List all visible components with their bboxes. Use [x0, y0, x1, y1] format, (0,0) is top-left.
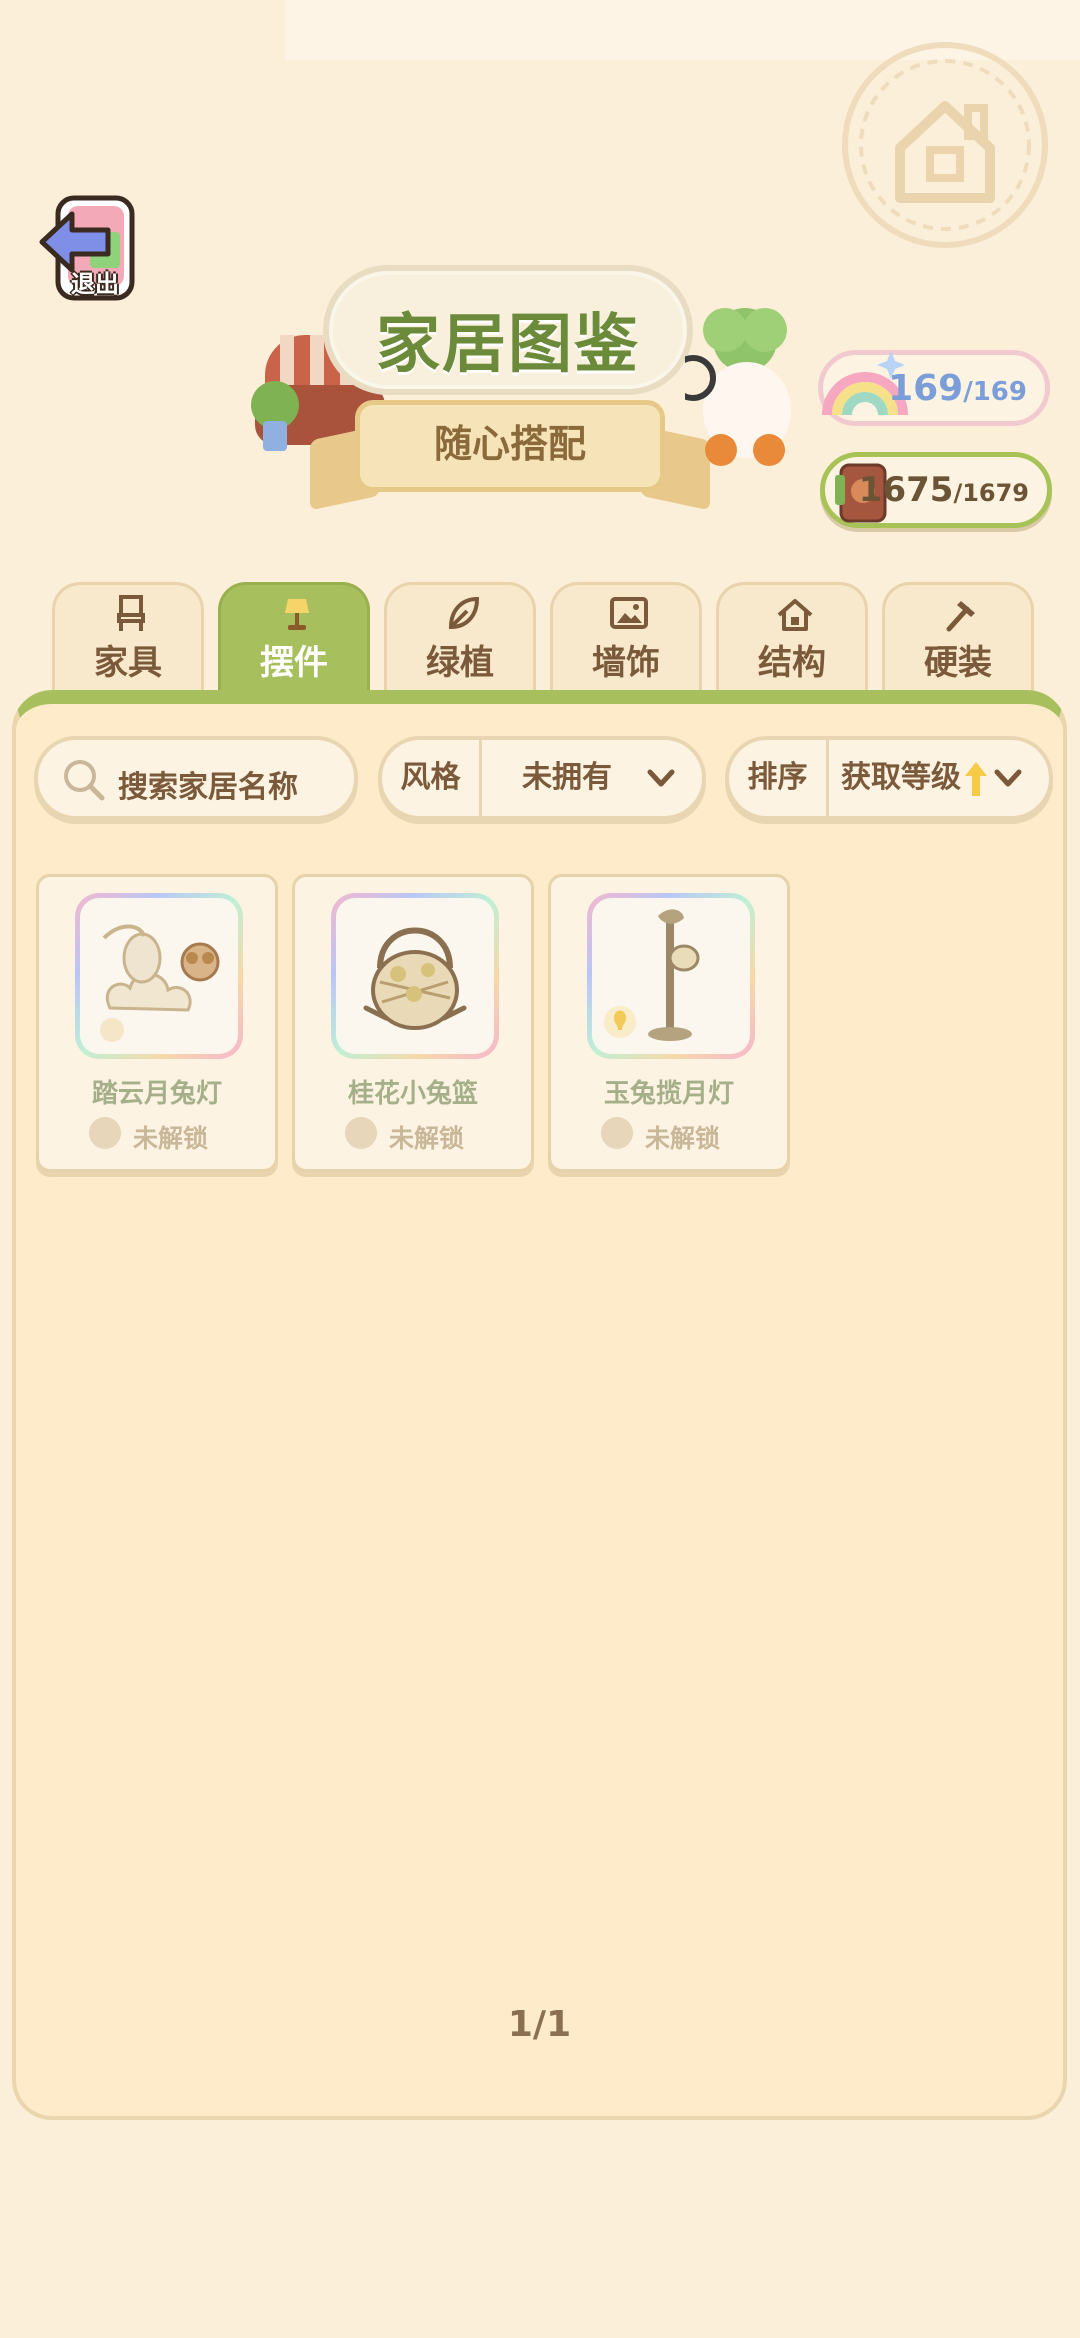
item-status-text: 未解锁 [645, 1124, 721, 1153]
item-name: 桂花小兔篮 [347, 1079, 478, 1109]
item-name: 踏云月兔灯 [91, 1079, 222, 1109]
page-header: 家居图鉴 随心搭配 [245, 255, 791, 525]
house-icon [777, 599, 813, 631]
tab-structure[interactable]: 结构 [716, 582, 868, 694]
item-thumbnail [587, 893, 755, 1059]
tab-wall-decor[interactable]: 墙饰 [550, 582, 702, 694]
chevron-down-icon [994, 769, 1022, 787]
style-filter-label: 风格 [382, 740, 482, 816]
cloud-rabbit-lamp-icon [100, 924, 220, 1042]
tab-hardware[interactable]: 硬装 [882, 582, 1034, 694]
sort-ascending-icon[interactable] [963, 760, 989, 798]
tab-furniture-label: 家具 [94, 643, 162, 683]
item-card[interactable]: 玉兔揽月灯 未解锁 [548, 874, 790, 1172]
item-status-text: 未解锁 [133, 1124, 209, 1153]
rainbow-counter: 169/169 [818, 350, 1050, 426]
lock-icon [345, 1117, 377, 1149]
exit-label: 退出 [71, 270, 119, 298]
osmanthus-basket-icon [363, 927, 467, 1030]
moon-rabbit-lamp-icon [604, 909, 700, 1041]
exit-button[interactable]: 退出 [38, 192, 144, 310]
lock-icon [89, 1117, 121, 1149]
item-thumbnail [75, 893, 243, 1059]
item-card[interactable]: 桂花小兔篮 未解锁 [292, 874, 534, 1172]
tab-plants-label: 绿植 [426, 643, 494, 683]
lock-icon [601, 1117, 633, 1149]
picture-icon [610, 597, 648, 629]
sort-label: 排序 [729, 740, 829, 816]
collection-counter-value: 1675/1679 [858, 470, 1029, 510]
item-thumbnail [331, 893, 499, 1059]
item-card[interactable]: 踏云月兔灯 未解锁 [36, 874, 278, 1172]
collection-counter: 1675/1679 [820, 452, 1052, 528]
search-icon [64, 760, 105, 801]
tab-decor-label: 摆件 [260, 643, 328, 683]
style-filter-dropdown[interactable]: 风格 未拥有 [378, 736, 706, 820]
sort-value: 获取等级 [841, 760, 961, 795]
sort-dropdown[interactable]: 排序 获取等级 [725, 736, 1053, 820]
leaf-icon [448, 596, 480, 630]
page-title: 家居图鉴 [376, 308, 640, 382]
home-stamp-icon [842, 42, 1048, 248]
tab-decor[interactable]: 摆件 [218, 582, 370, 694]
tab-furniture[interactable]: 家具 [52, 582, 204, 694]
tab-structure-label: 结构 [758, 643, 826, 683]
chair-icon [117, 595, 145, 631]
search-input[interactable]: 搜索家居名称 [34, 736, 358, 820]
mascot-icon [685, 308, 791, 466]
catalog-panel: 搜索家居名称 风格 未拥有 排序 获取等级 踏云月兔灯 未解锁 桂花小兔篮 未解… [12, 690, 1067, 2120]
tab-hardware-label: 硬装 [924, 643, 992, 683]
chevron-down-icon [647, 769, 675, 787]
page-subtitle: 随心搭配 [433, 422, 586, 466]
tab-wall-decor-label: 墙饰 [592, 643, 660, 683]
rainbow-counter-value: 169/169 [888, 368, 1027, 409]
style-filter-value: 未拥有 [522, 760, 612, 795]
search-placeholder: 搜索家居名称 [118, 770, 298, 805]
pagination-indicator: 1/1 [507, 2004, 572, 2045]
tab-plants[interactable]: 绿植 [384, 582, 536, 694]
item-status-text: 未解锁 [389, 1124, 465, 1153]
hammer-icon [946, 601, 975, 632]
item-name: 玉兔揽月灯 [603, 1079, 734, 1109]
lamp-icon [285, 599, 309, 630]
